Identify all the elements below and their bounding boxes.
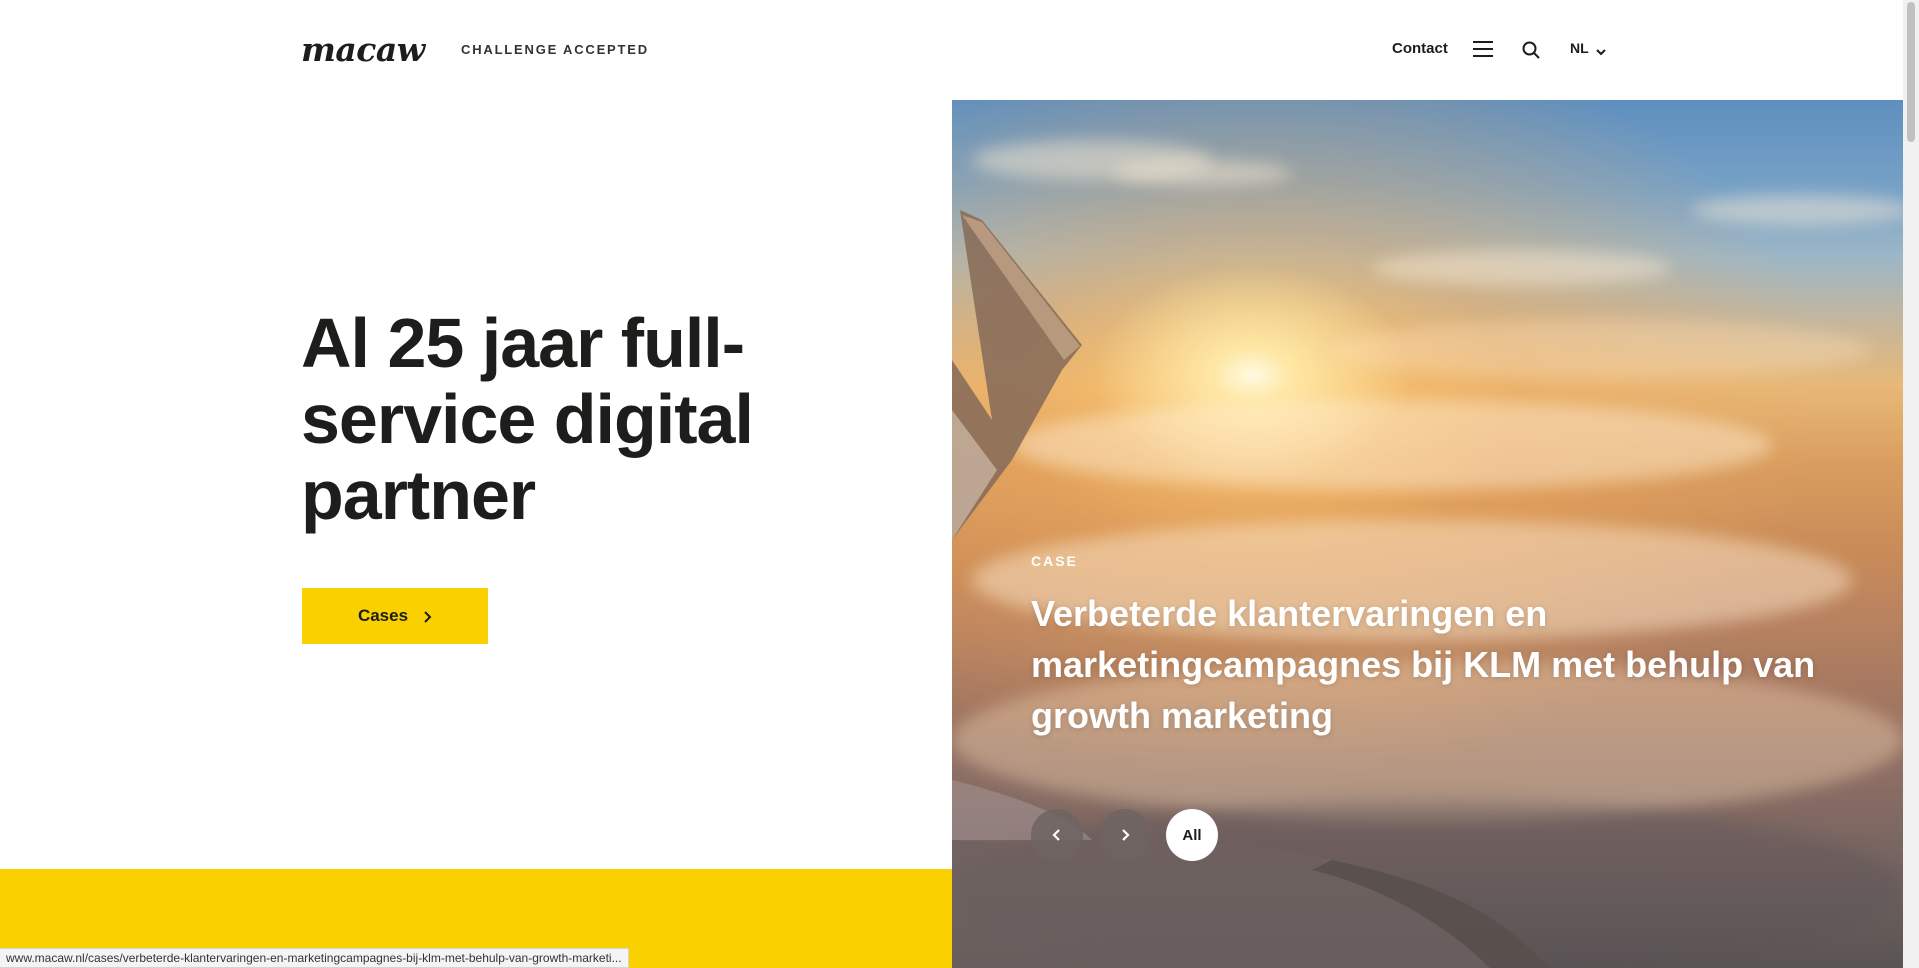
next-slide-button[interactable] xyxy=(1099,809,1151,861)
featured-case-image[interactable]: CASE Verbeterde klantervaringen en marke… xyxy=(952,100,1903,968)
cloud-shape xyxy=(1112,160,1292,186)
airplane-engine-shape xyxy=(952,780,1550,968)
site-header: macaw CHALLENGE ACCEPTED Contact NL xyxy=(0,0,1903,100)
chevron-right-icon xyxy=(1122,829,1130,841)
all-cases-button[interactable]: All xyxy=(1166,809,1218,861)
hero-title: Al 25 jaar full-service digital partner xyxy=(301,304,754,534)
tagline: CHALLENGE ACCEPTED xyxy=(461,42,649,57)
scrollbar-thumb[interactable] xyxy=(1907,2,1915,142)
cloud-shape xyxy=(1692,195,1903,225)
previous-slide-button[interactable] xyxy=(1031,809,1083,861)
chevron-left-icon xyxy=(1052,829,1060,841)
hamburger-menu-icon[interactable] xyxy=(1473,40,1493,58)
cloud-shape xyxy=(1372,250,1672,286)
airplane-wing-shape xyxy=(952,210,1082,540)
chevron-right-icon xyxy=(422,609,432,623)
macaw-logo[interactable]: macaw xyxy=(301,30,425,69)
vertical-scrollbar[interactable] xyxy=(1903,0,1919,968)
case-title[interactable]: Verbeterde klantervaringen en marketingc… xyxy=(1031,588,1831,741)
cloud-shape xyxy=(1012,400,1772,490)
language-selector[interactable]: NL xyxy=(1570,40,1589,56)
cases-button-label: Cases xyxy=(357,606,409,625)
cloud-shape xyxy=(1332,320,1872,380)
case-label: CASE xyxy=(1031,553,1078,569)
browser-status-url: www.macaw.nl/cases/verbeterde-klantervar… xyxy=(0,948,629,968)
chevron-down-icon[interactable] xyxy=(1595,44,1607,56)
search-icon[interactable] xyxy=(1520,39,1542,61)
contact-link[interactable]: Contact xyxy=(1392,40,1448,57)
cases-button[interactable]: Cases xyxy=(302,588,488,644)
page: macaw CHALLENGE ACCEPTED Contact NL Al 2… xyxy=(0,0,1919,968)
